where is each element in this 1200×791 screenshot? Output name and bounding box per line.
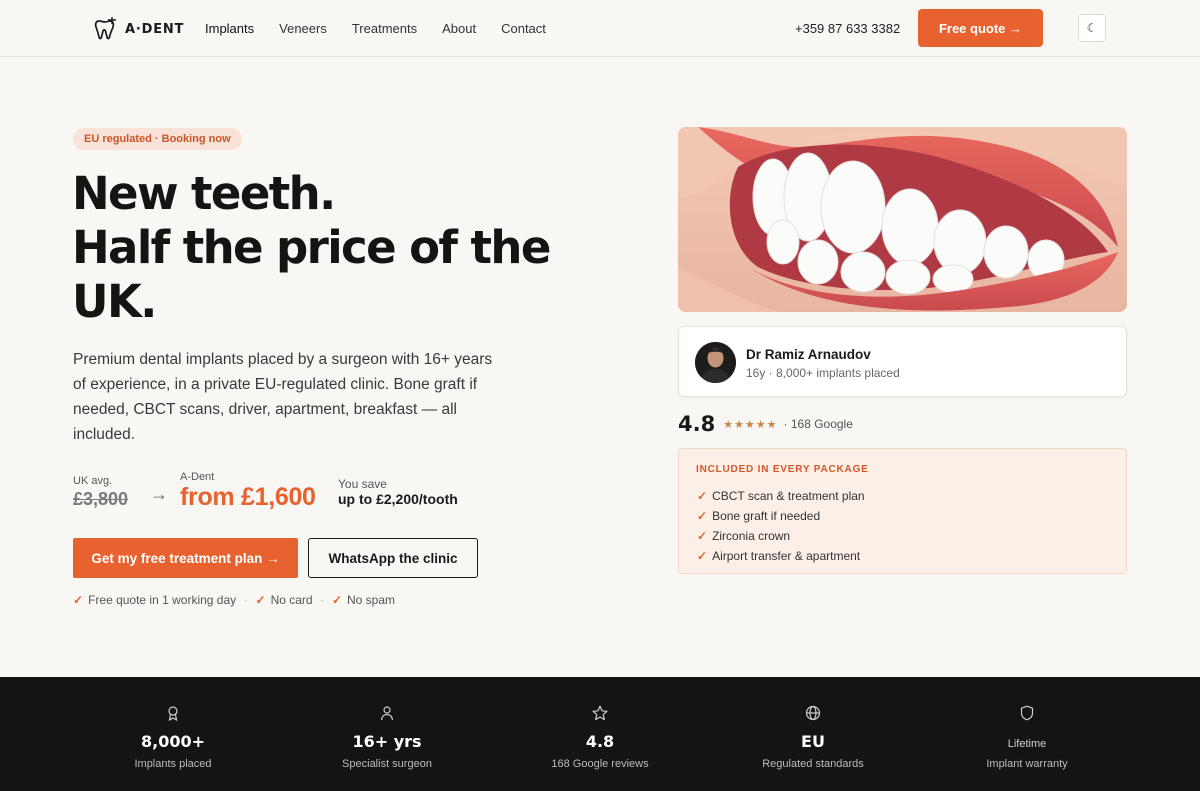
adent-price-label: A-Dent bbox=[180, 471, 215, 483]
main-menu: Implants Veneers Treatments About Contac… bbox=[205, 21, 571, 36]
star-icon bbox=[592, 705, 608, 721]
whatsapp-clinic-button[interactable]: WhatsApp the clinic bbox=[308, 538, 478, 578]
assurance-text: Free quote in 1 working day bbox=[88, 593, 237, 607]
check-icon: ✓ bbox=[697, 549, 708, 563]
brand-logo[interactable]: A·DENT bbox=[93, 16, 184, 42]
assurance-item: ✓ No card bbox=[256, 593, 313, 607]
stat-regulated: EU Regulated standards bbox=[713, 677, 913, 791]
stat-label: Regulated standards bbox=[762, 758, 864, 770]
stat-value: Lifetime bbox=[1007, 738, 1047, 750]
uk-price-label: UK avg. bbox=[73, 475, 113, 487]
stat-warranty: Lifetime Implant warranty bbox=[927, 677, 1127, 791]
list-item: ✓ Zirconia crown bbox=[697, 526, 865, 546]
rating-score: 4.8 bbox=[678, 412, 716, 436]
free-quote-button[interactable]: Free quote → bbox=[918, 9, 1043, 47]
assurance-list: ✓ Free quote in 1 working day · ✓ No car… bbox=[73, 593, 395, 607]
nav-link-implants[interactable]: Implants bbox=[205, 21, 254, 36]
globe-icon bbox=[805, 705, 821, 721]
headline-line-1: New teeth. bbox=[72, 167, 336, 220]
stat-label: Implants placed bbox=[134, 758, 212, 770]
stat-label: Implant warranty bbox=[986, 758, 1068, 770]
nav-link-about[interactable]: About bbox=[442, 21, 476, 36]
uk-price-value: £3,800 bbox=[73, 489, 129, 509]
smile-photo bbox=[678, 127, 1127, 312]
top-nav: A·DENT Implants Veneers Treatments About… bbox=[0, 0, 1200, 57]
award-icon bbox=[168, 706, 178, 721]
stat-value: 8,000+ bbox=[140, 732, 205, 751]
savings-label: You save bbox=[338, 477, 387, 491]
included-item-text: CBCT scan & treatment plan bbox=[712, 489, 865, 503]
doctor-card: Dr Ramiz Arnaudov 16y · 8,000+ implants … bbox=[678, 326, 1127, 397]
check-icon: ✓ bbox=[73, 593, 84, 607]
hero-headline: New teeth. Half the price of the UK. bbox=[72, 167, 592, 329]
stat-surgeon: 16+ yrs Specialist surgeon bbox=[287, 677, 487, 791]
stat-value: 4.8 bbox=[585, 732, 615, 751]
stat-label: Specialist surgeon bbox=[342, 758, 432, 770]
check-icon: ✓ bbox=[697, 529, 708, 543]
arrow-right-icon: → bbox=[150, 484, 168, 504]
doctor-meta: 16y · 8,000+ implants placed bbox=[746, 366, 900, 380]
included-item-text: Airport transfer & apartment bbox=[712, 549, 861, 563]
stat-reviews: 4.8 168 Google reviews bbox=[500, 677, 700, 791]
hero-intro: Premium dental implants placed by a surg… bbox=[73, 351, 493, 443]
separator-dot: · bbox=[244, 594, 248, 606]
star-rating-icon: ★★★★★ bbox=[723, 418, 778, 431]
assurance-item: ✓ Free quote in 1 working day bbox=[73, 593, 236, 607]
list-item: ✓ Bone graft if needed bbox=[697, 506, 865, 526]
stat-value: EU bbox=[801, 732, 825, 751]
rating-summary: 4.8 ★★★★★ · 168 Google bbox=[678, 412, 853, 436]
nav-link-treatments[interactable]: Treatments bbox=[352, 21, 417, 36]
included-item-text: Bone graft if needed bbox=[712, 509, 821, 523]
check-icon: ✓ bbox=[255, 593, 266, 607]
assurance-text: No spam bbox=[347, 593, 396, 607]
stats-bar: 8,000+ Implants placed 16+ yrs Specialis… bbox=[0, 677, 1200, 791]
check-icon: ✓ bbox=[331, 593, 342, 607]
savings-value: up to £2,200/tooth bbox=[338, 491, 458, 507]
brand-name: A·DENT bbox=[125, 21, 185, 37]
assurance-item: ✓ No spam bbox=[332, 593, 395, 607]
list-item: ✓ CBCT scan & treatment plan bbox=[697, 486, 865, 506]
stat-label: 168 Google reviews bbox=[551, 758, 649, 770]
stat-implants: 8,000+ Implants placed bbox=[73, 677, 273, 791]
doctor-name: Dr Ramiz Arnaudov bbox=[746, 347, 871, 362]
headline-line-2: Half the price of the bbox=[72, 221, 551, 274]
check-icon: ✓ bbox=[697, 489, 708, 503]
get-treatment-plan-button[interactable]: Get my free treatment plan → bbox=[73, 538, 298, 578]
nav-link-veneers[interactable]: Veneers bbox=[279, 21, 327, 36]
shield-icon bbox=[1020, 705, 1034, 721]
list-item: ✓ Airport transfer & apartment bbox=[697, 546, 865, 566]
doctor-avatar bbox=[695, 342, 736, 383]
user-icon bbox=[380, 706, 394, 721]
rating-source[interactable]: · 168 Google bbox=[784, 417, 853, 431]
price-comparison: UK avg. £3,800 → A-Dent from £1,600 You … bbox=[73, 470, 593, 520]
nav-link-contact[interactable]: Contact bbox=[501, 21, 546, 36]
included-package-card: INCLUDED IN EVERY PACKAGE ✓ CBCT scan & t… bbox=[678, 448, 1127, 574]
tooth-logo-icon bbox=[94, 17, 116, 40]
headline-line-3: UK. bbox=[72, 275, 157, 328]
status-badge: EU regulated · Booking now bbox=[73, 128, 242, 150]
included-title: INCLUDED IN EVERY PACKAGE bbox=[696, 464, 869, 475]
phone-link[interactable]: +359 87 633 3382 bbox=[795, 21, 900, 36]
separator-dot: · bbox=[320, 594, 324, 606]
included-list: ✓ CBCT scan & treatment plan ✓ Bone graft … bbox=[697, 486, 865, 566]
theme-toggle-moon-icon[interactable]: ☾ bbox=[1078, 14, 1106, 42]
included-item-text: Zirconia crown bbox=[712, 529, 791, 543]
adent-price-value: from £1,600 bbox=[180, 483, 316, 511]
stat-value: 16+ yrs bbox=[352, 732, 422, 751]
check-icon: ✓ bbox=[697, 509, 708, 523]
assurance-text: No card bbox=[270, 593, 313, 607]
